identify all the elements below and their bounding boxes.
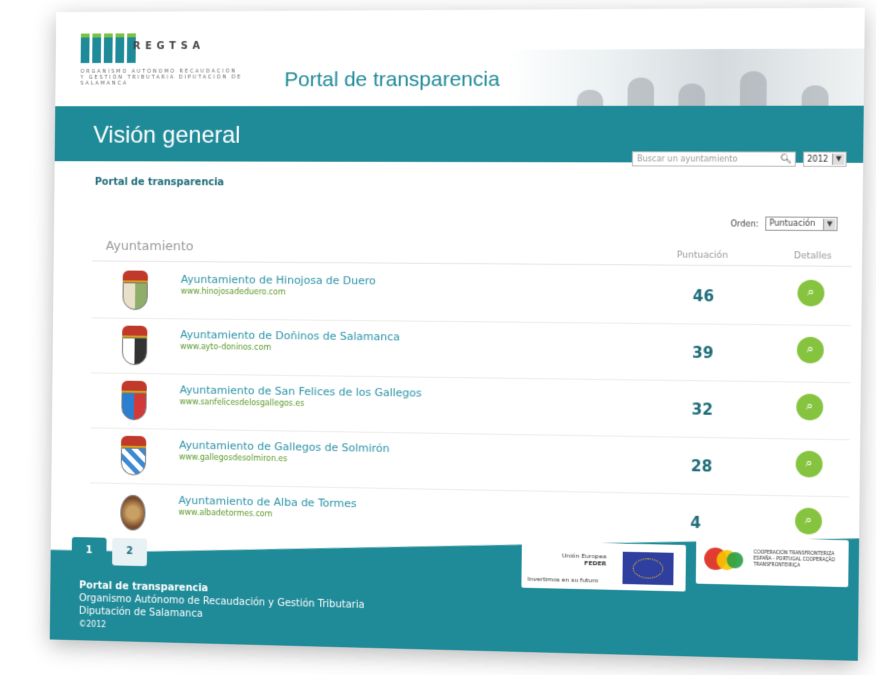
eu-line3: Invertimos en su futuro — [527, 575, 599, 585]
row-url-link[interactable]: www.gallegosdesolmiron.es — [179, 452, 287, 463]
row-url-link[interactable]: www.ayto-doninos.com — [180, 342, 271, 352]
row-score: 46 — [692, 287, 715, 306]
ayuntamientos-table: Orden: Puntuación ▼ Ayuntamiento Puntuac… — [89, 213, 853, 535]
year-value: 2012 — [807, 154, 829, 164]
logo-mark-icon — [80, 33, 136, 64]
table-row: Ayuntamiento de Hinojosa de Duero www.hi… — [91, 262, 852, 327]
poctep-text: COOPERACIÓN TRANSFRONTERIZA ESPAÑA - POR… — [753, 550, 836, 569]
search-placeholder: Buscar un ayuntamiento — [637, 154, 738, 164]
poctep-logo[interactable]: COOPERACIÓN TRANSFRONTERIZA ESPAÑA - POR… — [695, 537, 849, 588]
chevron-down-icon[interactable]: ▼ — [823, 218, 836, 231]
eu-feder-logo[interactable]: Unión Europea FEDER Invertimos en su fut… — [521, 541, 686, 592]
table-header: Ayuntamiento Puntuación Detalles — [92, 232, 852, 267]
row-name-link[interactable]: Ayuntamiento de Hinojosa de Duero — [181, 273, 376, 287]
poctep-logo-shape — [726, 551, 744, 569]
page-frame: REGTSA ORGANISMO AUTÓNOMO RECAUDACIÓN Y … — [49, 7, 865, 661]
search-input[interactable]: Buscar un ayuntamiento 🔍︎ — [631, 151, 796, 167]
row-url-link[interactable]: www.sanfelicesdelosgallegos.es — [180, 397, 305, 408]
col-ayuntamiento: Ayuntamiento — [105, 238, 194, 255]
orden-value: Puntuación — [769, 218, 816, 228]
details-search-icon[interactable]: ⌕ — [794, 507, 823, 535]
eu-flag-icon — [622, 551, 674, 586]
coat-of-arms-icon — [115, 380, 152, 423]
chevron-down-icon[interactable]: ▼ — [831, 153, 845, 165]
portal-title: Portal de transparencia — [284, 67, 500, 92]
coat-of-arms-icon — [114, 491, 151, 533]
orden-select[interactable]: Puntuación ▼ — [765, 216, 838, 232]
eu-line2: FEDER — [584, 559, 607, 568]
details-search-icon[interactable]: ⌕ — [796, 393, 824, 421]
banner: Visión general Buscar un ayuntamiento 🔍︎… — [54, 105, 864, 167]
coat-of-arms-icon — [116, 325, 153, 368]
search-icon[interactable]: 🔍︎ — [780, 154, 792, 167]
details-search-icon[interactable]: ⌕ — [795, 450, 823, 478]
col-detalles: Detalles — [793, 251, 832, 262]
col-puntuacion: Puntuación — [676, 250, 729, 261]
row-score: 4 — [690, 513, 702, 533]
orden-label: Orden: — [730, 218, 759, 229]
coat-of-arms-icon — [115, 435, 152, 478]
row-score: 39 — [692, 343, 714, 363]
row-url-link[interactable]: www.albadetormes.com — [178, 508, 272, 519]
row-name-link[interactable]: Ayuntamiento de Doñinos de Salamanca — [180, 328, 400, 343]
row-score: 32 — [691, 400, 713, 419]
logo-subtitle: ORGANISMO AUTÓNOMO RECAUDACIÓN Y GESTIÓN… — [80, 68, 243, 87]
header: REGTSA ORGANISMO AUTÓNOMO RECAUDACIÓN Y … — [55, 7, 865, 131]
row-url-link[interactable]: www.hinojosadeduero.com — [181, 287, 286, 297]
pagination: 1 2 — [71, 537, 148, 567]
logo-name: REGTSA — [132, 40, 205, 53]
year-select[interactable]: 2012 ▼ — [802, 151, 847, 167]
page-title: Visión general — [93, 121, 241, 149]
regtsa-logo[interactable] — [80, 33, 136, 64]
row-score: 28 — [690, 457, 713, 476]
page-1-button[interactable]: 1 — [71, 537, 107, 566]
coat-of-arms-icon — [117, 270, 154, 312]
details-search-icon[interactable]: ⌕ — [796, 336, 824, 364]
breadcrumb[interactable]: Portal de transparencia — [95, 177, 224, 188]
eu-text: Unión Europea FEDER — [546, 552, 607, 567]
details-search-icon[interactable]: ⌕ — [797, 279, 825, 307]
footer-copyright: ©2012 — [78, 619, 107, 630]
page-2-button[interactable]: 2 — [112, 537, 148, 567]
orden-control: Orden: Puntuación ▼ — [730, 216, 838, 232]
